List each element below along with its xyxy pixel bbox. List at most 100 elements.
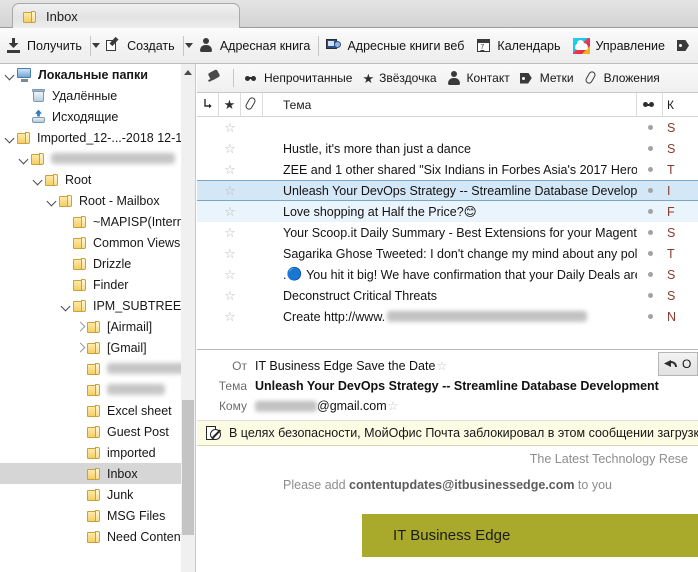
star-icon[interactable]: ☆ bbox=[224, 205, 236, 218]
chevron-down-icon[interactable] bbox=[60, 299, 73, 312]
sidebar-item-[interactable]: Локальные папки bbox=[0, 64, 182, 85]
sidebar-item-[interactable]: Исходящие bbox=[0, 106, 182, 127]
row-read-cell[interactable] bbox=[637, 201, 663, 222]
chevron-down-icon[interactable] bbox=[4, 131, 17, 144]
row-star-cell[interactable]: ☆ bbox=[219, 201, 241, 222]
row-subject-cell[interactable]: Create http://www. bbox=[263, 306, 637, 327]
row-read-cell[interactable] bbox=[637, 222, 663, 243]
column-star[interactable]: ★ bbox=[219, 92, 241, 117]
sidebar-scroll-up-button[interactable] bbox=[181, 64, 195, 80]
row-thread-cell[interactable] bbox=[197, 180, 219, 201]
row-thread-cell[interactable] bbox=[197, 138, 219, 159]
row-star-cell[interactable]: ☆ bbox=[219, 159, 241, 180]
row-star-cell[interactable]: ☆ bbox=[219, 243, 241, 264]
row-subject-cell[interactable]: ZEE and 1 other shared "Six Indians in F… bbox=[263, 159, 637, 180]
row-read-cell[interactable] bbox=[637, 264, 663, 285]
row-star-cell[interactable]: ☆ bbox=[219, 285, 241, 306]
row-thread-cell[interactable] bbox=[197, 201, 219, 222]
message-row[interactable]: ☆ Hustle, it's more than just a dance S bbox=[197, 138, 698, 159]
star-icon[interactable]: ☆ bbox=[436, 359, 447, 373]
row-star-cell[interactable]: ☆ bbox=[219, 306, 241, 327]
filter-unread-button[interactable]: Непрочитанные bbox=[239, 66, 357, 90]
pin-filter-button[interactable] bbox=[203, 66, 228, 90]
sidebar-item-redacted-account-name[interactable]: redacted account name bbox=[0, 148, 182, 169]
column-subject[interactable]: Тема bbox=[263, 92, 637, 117]
row-subject-cell[interactable]: Sagarika Ghose Tweeted: I don't change m… bbox=[263, 243, 637, 264]
star-icon[interactable]: ☆ bbox=[224, 142, 236, 155]
star-icon[interactable]: ☆ bbox=[224, 268, 236, 281]
tag-button[interactable] bbox=[671, 32, 698, 60]
sidebar-item-junk[interactable]: Junk bbox=[0, 484, 182, 505]
message-row[interactable]: ☆ Create http://www. N bbox=[197, 306, 698, 327]
message-row[interactable]: ☆ S bbox=[197, 117, 698, 138]
sidebar-scrollbar-track[interactable] bbox=[181, 80, 195, 572]
address-book-button[interactable]: Адресная книга bbox=[193, 32, 316, 60]
sidebar-item-airmail[interactable]: [Airmail] bbox=[0, 316, 182, 337]
star-icon[interactable]: ☆ bbox=[224, 226, 236, 239]
manage-button[interactable]: Управление bbox=[567, 32, 672, 60]
tab-inbox[interactable]: Inbox bbox=[12, 3, 240, 29]
row-subject-cell[interactable] bbox=[263, 117, 637, 138]
row-read-cell[interactable] bbox=[637, 117, 663, 138]
row-thread-cell[interactable] bbox=[197, 159, 219, 180]
folder-sidebar[interactable]: Локальные папки Удалённые Исходящие Importe… bbox=[0, 64, 196, 572]
column-read[interactable] bbox=[637, 92, 663, 117]
message-row[interactable]: ☆ Sagarika Ghose Tweeted: I don't change … bbox=[197, 243, 698, 264]
row-thread-cell[interactable] bbox=[197, 117, 219, 138]
column-correspondent[interactable]: К bbox=[663, 93, 698, 117]
chevron-right-icon[interactable] bbox=[74, 320, 87, 333]
row-star-cell[interactable]: ☆ bbox=[219, 117, 241, 138]
reply-button[interactable]: О bbox=[658, 352, 698, 376]
sidebar-item-imported[interactable]: imported bbox=[0, 442, 182, 463]
sidebar-item-[interactable]: Удалённые bbox=[0, 85, 182, 106]
sidebar-item-need-content[interactable]: Need Content bbox=[0, 526, 184, 547]
star-icon[interactable]: ☆ bbox=[224, 163, 236, 176]
filter-contact-button[interactable]: Контакт bbox=[442, 66, 515, 90]
sidebar-item-guest-post[interactable]: Guest Post bbox=[0, 421, 182, 442]
sidebar-scrollbar-thumb[interactable] bbox=[182, 400, 194, 535]
chevron-down-icon[interactable] bbox=[4, 68, 17, 81]
sidebar-item-finder[interactable]: Finder bbox=[0, 274, 182, 295]
chevron-down-icon[interactable] bbox=[46, 194, 59, 207]
row-read-cell[interactable] bbox=[637, 138, 663, 159]
row-star-cell[interactable]: ☆ bbox=[219, 264, 241, 285]
row-thread-cell[interactable] bbox=[197, 306, 219, 327]
sidebar-item-root-mailbox[interactable]: Root - Mailbox bbox=[0, 190, 182, 211]
sidebar-item-inbox[interactable]: Inbox bbox=[0, 463, 182, 484]
row-subject-cell[interactable]: Your Scoop.it Daily Summary - Best Exten… bbox=[263, 222, 637, 243]
row-read-cell[interactable] bbox=[637, 285, 663, 306]
sidebar-item-msg-files[interactable]: MSG Files bbox=[0, 505, 182, 526]
row-subject-cell[interactable]: Unleash Your DevOps Strategy -- Streamli… bbox=[263, 180, 637, 201]
row-thread-cell[interactable] bbox=[197, 222, 219, 243]
row-thread-cell[interactable] bbox=[197, 285, 219, 306]
star-icon[interactable]: ☆ bbox=[388, 399, 399, 413]
row-read-cell[interactable] bbox=[637, 180, 663, 201]
sidebar-item-excel-sheet[interactable]: Excel sheet bbox=[0, 400, 182, 421]
row-thread-cell[interactable] bbox=[197, 243, 219, 264]
web-address-books-button[interactable]: Адресные книги веб bbox=[320, 32, 470, 60]
row-star-cell[interactable]: ☆ bbox=[219, 138, 241, 159]
row-subject-cell[interactable]: . 🔵 You hit it big! We have confirmation t… bbox=[263, 264, 637, 285]
message-row[interactable]: ☆ Your Scoop.it Daily Summary - Best Exte… bbox=[197, 222, 698, 243]
star-icon[interactable]: ☆ bbox=[224, 184, 236, 197]
compose-button[interactable]: Создать bbox=[100, 32, 181, 60]
sidebar-item-common-views[interactable]: Common Views bbox=[0, 232, 182, 253]
message-row[interactable]: ☆ ZEE and 1 other shared "Six Indians in … bbox=[197, 159, 698, 180]
sidebar-item-mapisp-internal[interactable]: ~MAPISP(Internal) bbox=[0, 211, 195, 232]
chevron-down-icon[interactable] bbox=[32, 173, 45, 186]
row-read-cell[interactable] bbox=[637, 159, 663, 180]
blocked-content-warning[interactable]: В целях безопасности, МойОфис Почта забл… bbox=[197, 421, 698, 446]
sidebar-item-gmail[interactable]: [Gmail] bbox=[0, 337, 182, 358]
message-row[interactable]: ☆ Deconstruct Critical Threats S bbox=[197, 285, 698, 306]
sidebar-item-imported-12-2018-12-15[interactable]: Imported_12-...-2018 12-15 bbox=[0, 127, 189, 148]
sidebar-item-drizzle[interactable]: Drizzle bbox=[0, 253, 182, 274]
sidebar-item-ipm-subtree[interactable]: IPM_SUBTREE bbox=[0, 295, 182, 316]
row-star-cell[interactable]: ☆ bbox=[219, 180, 241, 201]
star-icon[interactable]: ☆ bbox=[224, 310, 236, 323]
message-row[interactable]: ☆ Love shopping at Half the Price? 😊 F bbox=[197, 201, 698, 222]
filter-starred-button[interactable]: ★ Звёздочка bbox=[357, 66, 441, 90]
sidebar-item-redacted-folder-a[interactable]: redacted folder a bbox=[0, 358, 189, 379]
chevron-down-icon[interactable] bbox=[18, 152, 31, 165]
to-value[interactable]: @gmail.com bbox=[317, 399, 387, 413]
sidebar-item-redacted-folder-b[interactable]: redacted folder b bbox=[0, 379, 182, 400]
